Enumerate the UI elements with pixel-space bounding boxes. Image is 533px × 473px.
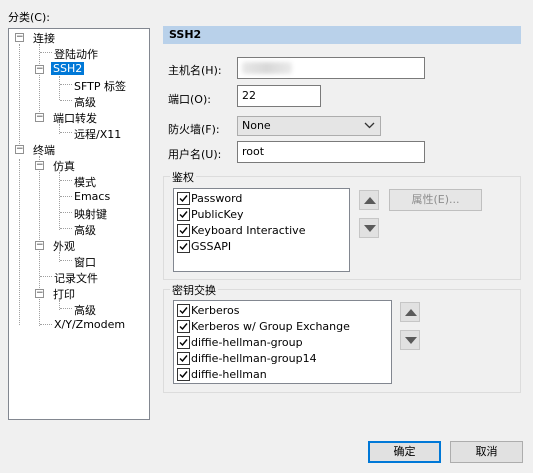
kex-list[interactable]: Kerberos Kerberos w/ Group Exchange diff…	[173, 300, 392, 384]
arrow-down-icon	[364, 225, 376, 232]
move-down-button[interactable]	[400, 330, 420, 350]
firewall-value: None	[242, 119, 271, 132]
tree-connector	[60, 212, 72, 213]
tree-item-xymodem[interactable]: X/Y/Zmodem	[52, 318, 127, 331]
collapse-icon[interactable]: −	[35, 161, 44, 170]
tree-item-sftp-tab[interactable]: SFTP 标签	[72, 78, 128, 94]
checkbox-checked-icon[interactable]	[177, 351, 190, 365]
auth-group-title: 鉴权	[170, 169, 196, 185]
tree-item-print-advanced[interactable]: 高级	[72, 302, 98, 318]
list-item[interactable]: Kerberos w/ Group Exchange	[177, 319, 350, 335]
list-item-label: Password	[191, 192, 243, 205]
move-down-button[interactable]	[359, 218, 379, 238]
list-item[interactable]: diffie-hellman-group	[177, 335, 303, 351]
list-item-label: Kerberos w/ Group Exchange	[191, 320, 350, 333]
arrow-up-icon	[364, 197, 376, 204]
tree-item-advanced[interactable]: 高级	[72, 94, 98, 110]
checkbox-checked-icon[interactable]	[177, 367, 190, 381]
category-label: 分类(C):	[8, 11, 50, 24]
collapse-icon[interactable]: −	[15, 33, 24, 42]
tree-item-keymap[interactable]: 映射键	[72, 206, 109, 222]
collapse-icon[interactable]: −	[35, 241, 44, 250]
tree-item-port-forwarding[interactable]: 端口转发	[51, 110, 99, 126]
list-item[interactable]: PublicKey	[177, 207, 244, 223]
tree-item-appearance[interactable]: 外观	[51, 238, 77, 254]
tree-connector	[40, 276, 52, 277]
ok-button[interactable]: 确定	[368, 441, 441, 463]
checkbox-checked-icon[interactable]	[177, 303, 190, 317]
list-item[interactable]: diffie-hellman	[177, 367, 267, 383]
list-item-label: Kerberos	[191, 304, 240, 317]
tree-item-emulation[interactable]: 仿真	[51, 158, 77, 174]
list-item-label: GSSAPI	[191, 240, 232, 253]
tree-item-login-actions[interactable]: 登陆动作	[52, 46, 100, 62]
cancel-button[interactable]: 取消	[450, 441, 523, 463]
tree-connector	[60, 100, 72, 101]
category-tree[interactable]: − 连接 登陆动作 − SSH2 SFTP 标签 高级 − 端口转发 远程/X1…	[8, 28, 150, 420]
firewall-label: 防火墙(F):	[168, 123, 220, 136]
tree-connector	[59, 76, 60, 100]
tree-connector	[39, 44, 40, 120]
list-item-label: diffie-hellman-group	[191, 336, 303, 349]
tree-connector	[19, 159, 20, 325]
move-up-button[interactable]	[400, 302, 420, 322]
list-item-label: diffie-hellman-group14	[191, 352, 317, 365]
tree-connector	[19, 44, 20, 144]
tree-connector	[40, 52, 52, 53]
list-item[interactable]: Password	[177, 191, 242, 207]
tree-item-remote-x11[interactable]: 远程/X11	[72, 126, 123, 142]
list-item-label: Keyboard Interactive	[191, 224, 306, 237]
hostname-input[interactable]	[237, 57, 425, 79]
tree-item-modes[interactable]: 模式	[72, 174, 98, 190]
properties-button[interactable]: 属性(E)...	[389, 189, 482, 211]
username-input[interactable]: root	[237, 141, 425, 163]
arrow-up-icon	[405, 309, 417, 316]
tree-connector	[60, 132, 72, 133]
port-input[interactable]: 22	[237, 85, 321, 107]
checkbox-checked-icon[interactable]	[177, 223, 190, 237]
auth-list[interactable]: Password PublicKey Keyboard Interactive …	[173, 188, 350, 272]
tree-item-print[interactable]: 打印	[51, 286, 77, 302]
checkbox-checked-icon[interactable]	[177, 335, 190, 349]
collapse-icon[interactable]: −	[35, 289, 44, 298]
tree-item-emacs[interactable]: Emacs	[72, 190, 112, 203]
chevron-down-icon	[364, 122, 375, 129]
hostname-label: 主机名(H):	[168, 64, 222, 77]
tree-connector	[40, 324, 52, 325]
redacted-hostname	[242, 62, 292, 74]
tree-connector	[60, 228, 72, 229]
checkbox-checked-icon[interactable]	[177, 319, 190, 333]
collapse-icon[interactable]: −	[35, 113, 44, 122]
checkbox-checked-icon[interactable]	[177, 191, 190, 205]
collapse-icon[interactable]: −	[35, 65, 44, 74]
arrow-down-icon	[405, 337, 417, 344]
tree-connector	[60, 260, 72, 261]
tree-connector	[60, 196, 72, 197]
list-item-label: PublicKey	[191, 208, 244, 221]
tree-item-log-file[interactable]: 记录文件	[52, 270, 100, 286]
port-label: 端口(O):	[168, 93, 211, 106]
list-item[interactable]: GSSAPI	[177, 239, 231, 255]
tree-item-ssh2[interactable]: SSH2	[51, 62, 85, 75]
tree-item-emulation-advanced[interactable]: 高级	[72, 222, 98, 238]
username-label: 用户名(U):	[168, 148, 222, 161]
tree-connector	[60, 84, 72, 85]
tree-item-terminal[interactable]: 终端	[31, 142, 57, 158]
tree-item-connection[interactable]: 连接	[31, 30, 57, 46]
firewall-select[interactable]: None	[237, 116, 381, 136]
checkbox-checked-icon[interactable]	[177, 207, 190, 221]
list-item-label: diffie-hellman	[191, 368, 267, 381]
list-item[interactable]: Keyboard Interactive	[177, 223, 305, 239]
move-up-button[interactable]	[359, 190, 379, 210]
collapse-icon[interactable]: −	[15, 145, 24, 154]
kex-group-title: 密钥交换	[170, 282, 218, 298]
tree-connector	[60, 308, 72, 309]
tree-item-window[interactable]: 窗口	[72, 254, 98, 270]
list-item[interactable]: Kerberos	[177, 303, 239, 319]
checkbox-checked-icon[interactable]	[177, 239, 190, 253]
tree-connector	[60, 180, 72, 181]
page-title: SSH2	[163, 26, 521, 44]
list-item[interactable]: diffie-hellman-group14	[177, 351, 317, 367]
